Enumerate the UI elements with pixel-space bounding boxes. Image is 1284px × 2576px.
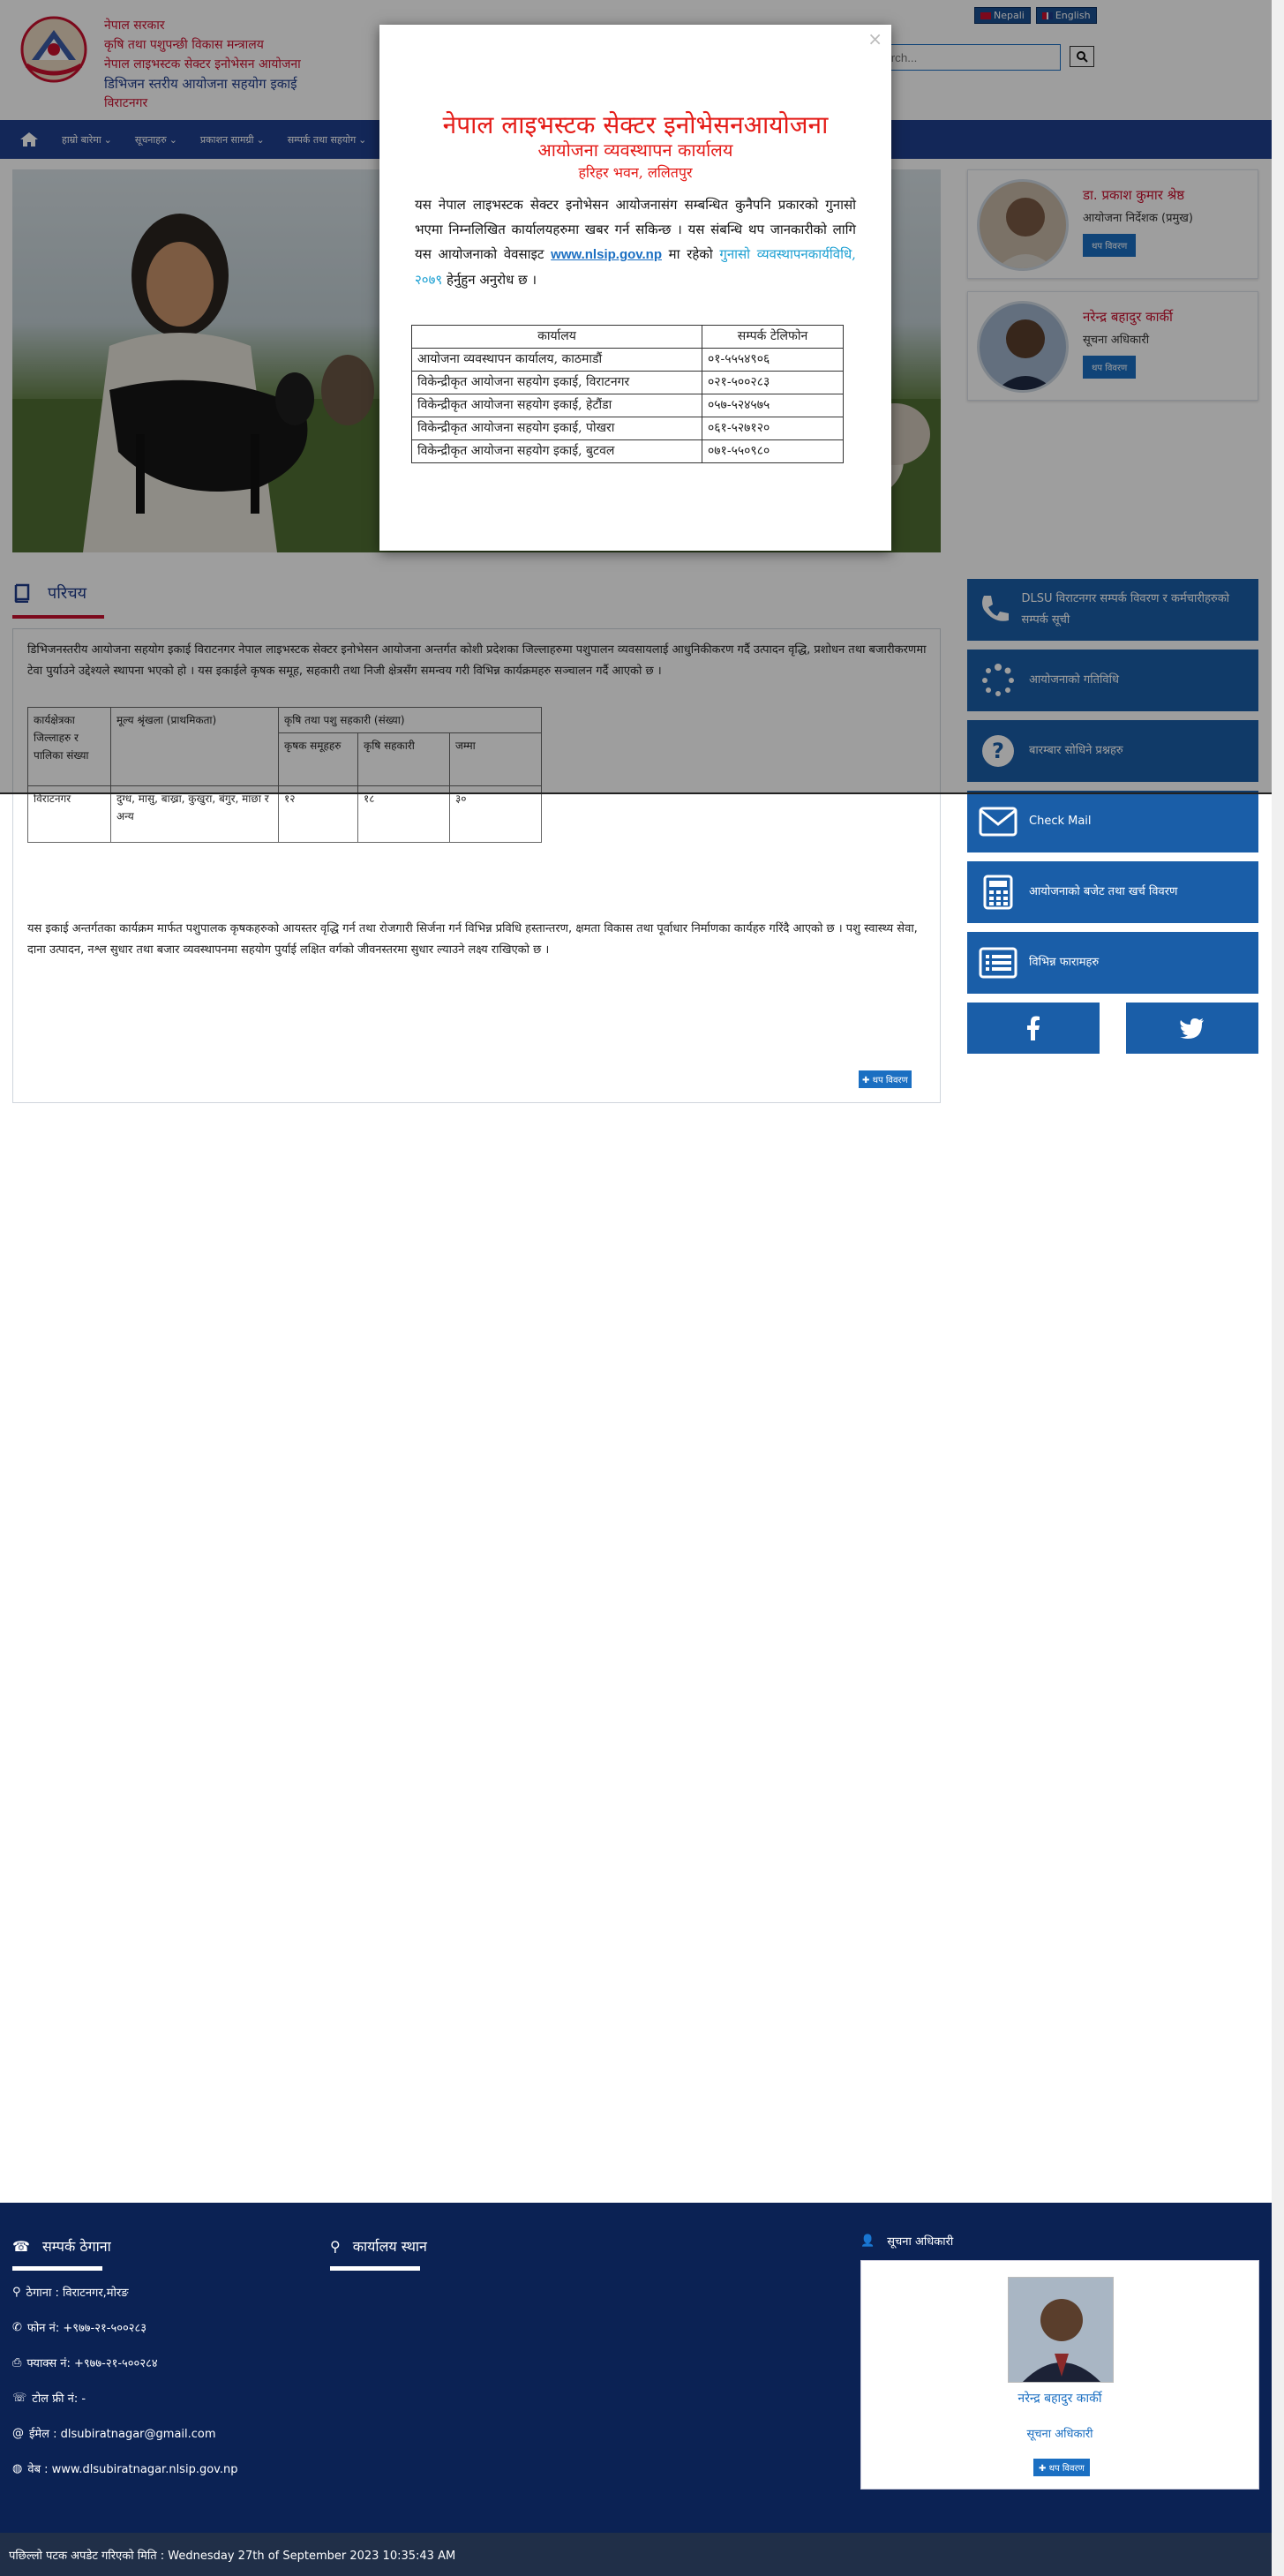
- footer-tollfree: ☏ टोल फ्री नं: -: [12, 2390, 86, 2407]
- page-scrollbar-strip[interactable]: [1272, 0, 1284, 2576]
- officer-role: सूचना अधिकारी: [1026, 2428, 1093, 2441]
- twitter-icon: [1180, 1018, 1204, 1039]
- site-footer: ☎ सम्पर्क ठेगाना ⚲ कार्यालय स्थान 👤 सूचन…: [0, 2203, 1272, 2533]
- footer-web-text: वेब : www.dlsubiratnagar.nlsip.gov.np: [27, 2463, 238, 2476]
- sidebar-button-label: Check Mail: [1029, 815, 1092, 828]
- globe-icon: ◍: [12, 2461, 23, 2475]
- footer-location-heading: ⚲ कार्यालय स्थान: [330, 2236, 427, 2256]
- contact-office: विकेन्द्रीकृत आयोजना सहयोग इकाई, विराटनग…: [411, 371, 702, 394]
- phone-icon: ✆: [12, 2320, 22, 2334]
- footer-location-title: कार्यालय स्थान: [352, 2238, 427, 2255]
- table-row: विकेन्द्रीकृत आयोजना सहयोग इकाई, बुटवल ०७…: [411, 439, 844, 463]
- footer-phone-text: फोन नं: +९७७-२१-५००२८३: [26, 2322, 147, 2335]
- footer-info-officer-title: सूचना अधिकारी: [887, 2235, 954, 2249]
- contact-phone: ०६१-५२७१२०: [702, 417, 844, 440]
- footer-contact-heading: ☎ सम्पर्क ठेगाना: [12, 2236, 111, 2256]
- officer-more-button[interactable]: ✚ थप विवरण: [1033, 2459, 1090, 2476]
- sidebar-button-label: आयोजनाको बजेट तथा खर्च विवरण: [1029, 885, 1178, 898]
- calculator-icon: [983, 875, 1013, 910]
- facebook-button[interactable]: [967, 1003, 1100, 1054]
- tty-icon: ☏: [12, 2391, 27, 2405]
- fax-icon: ⎙: [12, 2355, 22, 2369]
- close-icon[interactable]: ×: [867, 28, 882, 49]
- table-cell-v3: ३०: [449, 785, 542, 843]
- modal-address: हरिहर भवन, ललितपुर: [578, 164, 693, 181]
- footer-fax-text: फ्याक्स नं: +९७७-२१-५००२८४: [26, 2357, 158, 2370]
- table-row: विकेन्द्रीकृत आयोजना सहयोग इकाई, हेटौंडा…: [411, 394, 844, 417]
- footer-tollfree-text: टोल फ्री नं: -: [32, 2392, 86, 2406]
- list-icon: [979, 947, 1017, 979]
- contact-phone: ०१-५५५४९०६: [702, 348, 844, 372]
- table-cell-v1: १२: [278, 785, 358, 843]
- sidebar-check-mail-button[interactable]: Check Mail: [967, 791, 1258, 852]
- modal-body-text: यस नेपाल लाइभस्टक सेक्टर इनोभेसन आयोजनास…: [415, 192, 856, 292]
- at-icon: @: [12, 2426, 24, 2440]
- last-updated-bar: पछिल्लो पटक अपडेट गरिएको मिति : Wednesda…: [0, 2533, 1272, 2576]
- table-row: विकेन्द्रीकृत आयोजना सहयोग इकाई, पोखरा ०६…: [411, 417, 844, 440]
- footer-underline: [330, 2266, 420, 2271]
- modal-body-mid: मा रहेको: [668, 246, 713, 262]
- table-row: विकेन्द्रीकृत आयोजना सहयोग इकाई, विराटनग…: [411, 371, 844, 394]
- table-row: विराटनगर दुग्ध, मासु, बाख्रा, कुखुरा, बं…: [27, 785, 542, 843]
- footer-info-officer-heading: 👤 सूचना अधिकारी: [860, 2233, 953, 2249]
- footer-underline: [12, 2266, 102, 2271]
- footer-fax: ⎙ फ्याक्स नं: +९७७-२१-५००२८४: [12, 2354, 158, 2371]
- modal-contact-table: कार्यालय सम्पर्क टेलिफोन आयोजना व्यवस्था…: [411, 325, 844, 463]
- footer-contact-title: सम्पर्क ठेगाना: [41, 2238, 111, 2255]
- footer-web[interactable]: ◍ वेब : www.dlsubiratnagar.nlsip.gov.np: [12, 2460, 238, 2477]
- twitter-button[interactable]: [1126, 1003, 1258, 1054]
- table-cell-v2: १८: [357, 785, 450, 843]
- contact-phone: ०५७-५२४५७५: [702, 394, 844, 417]
- map-marker-icon: ⚲: [12, 2285, 21, 2299]
- officer-name: नरेन्द्र बहादुर कार्की: [1017, 2392, 1102, 2406]
- contact-header-office: कार्यालय: [411, 325, 702, 349]
- modal-body-post: हेर्नुहुन अनुरोध छ ।: [446, 272, 537, 288]
- footer-phone: ✆ फोन नं: +९७७-२१-५००२८३: [12, 2319, 147, 2336]
- plus-icon: ✚: [862, 1076, 870, 1085]
- table-cell-sector: दुग्ध, मासु, बाख्रा, कुखुरा, बंगुर, माछा…: [110, 785, 279, 843]
- read-more-label: थप विवरण: [872, 1076, 908, 1085]
- plus-icon: ✚: [1039, 2464, 1047, 2474]
- user-icon: 👤: [860, 2234, 875, 2248]
- modal-title: नेपाल लाइभस्टक सेक्टर इनोभेसनआयोजना: [442, 110, 829, 139]
- contact-phone: ०७१-५५०९८०: [702, 439, 844, 463]
- footer-address: ⚲ ठेगाना : विराटनगर,मोरङ: [12, 2284, 129, 2301]
- officer-more-label: थप विवरण: [1048, 2464, 1085, 2474]
- contact-office: आयोजना व्यवस्थापन कार्यालय, काठमाडौं: [411, 348, 702, 372]
- contact-office: विकेन्द्रीकृत आयोजना सहयोग इकाई, बुटवल: [411, 439, 702, 463]
- footer-email[interactable]: @ ईमेल : dlsubiratnagar@gmail.com: [12, 2425, 216, 2442]
- contact-office: विकेन्द्रीकृत आयोजना सहयोग इकाई, हेटौंडा: [411, 394, 702, 417]
- contact-phone: ०२१-५००२८३: [702, 371, 844, 394]
- table-row: आयोजना व्यवस्थापन कार्यालय, काठमाडौं ०१-५…: [411, 348, 844, 372]
- modal-subtitle: आयोजना व्यवस्थापन कार्यालय: [537, 139, 733, 161]
- mail-icon: [979, 807, 1017, 837]
- contact-office: विकेन्द्रीकृत आयोजना सहयोग इकाई, पोखरा: [411, 417, 702, 440]
- sidebar-forms-button[interactable]: विभिन्न फारामहरु: [967, 932, 1258, 994]
- sidebar-budget-button[interactable]: आयोजनाको बजेट तथा खर्च विवरण: [967, 861, 1258, 923]
- footer-email-text: ईमेल : dlsubiratnagar@gmail.com: [29, 2428, 216, 2441]
- contact-header-phone: सम्पर्क टेलिफोन: [702, 325, 844, 349]
- footer-address-text: ठेगाना : विराटनगर,मोरङ: [26, 2287, 129, 2300]
- read-more-button[interactable]: ✚ थप विवरण: [859, 1070, 912, 1088]
- footer-info-officer-card: नरेन्द्र बहादुर कार्की सूचना अधिकारी ✚ थ…: [860, 2260, 1259, 2490]
- phone-square-icon: ☎: [12, 2237, 30, 2255]
- intro-paragraph-2: यस इकाई अन्तर्गतका कार्यक्रम मार्फत पशुप…: [27, 922, 918, 957]
- table-cell-district: विराटनगर: [27, 785, 111, 843]
- grievance-notice-modal: × नेपाल लाइभस्टक सेक्टर इनोभेसनआयोजना आय…: [379, 25, 891, 551]
- officer-photo: [1008, 2277, 1114, 2383]
- facebook-icon: [1027, 1016, 1040, 1040]
- modal-website-link[interactable]: www.nlsip.gov.np: [551, 247, 662, 262]
- map-marker-icon: ⚲: [330, 2237, 341, 2255]
- sidebar-button-label: विभिन्न फारामहरु: [1029, 956, 1100, 969]
- last-updated-text: पछिल्लो पटक अपडेट गरिएको मिति : Wednesda…: [9, 2549, 456, 2563]
